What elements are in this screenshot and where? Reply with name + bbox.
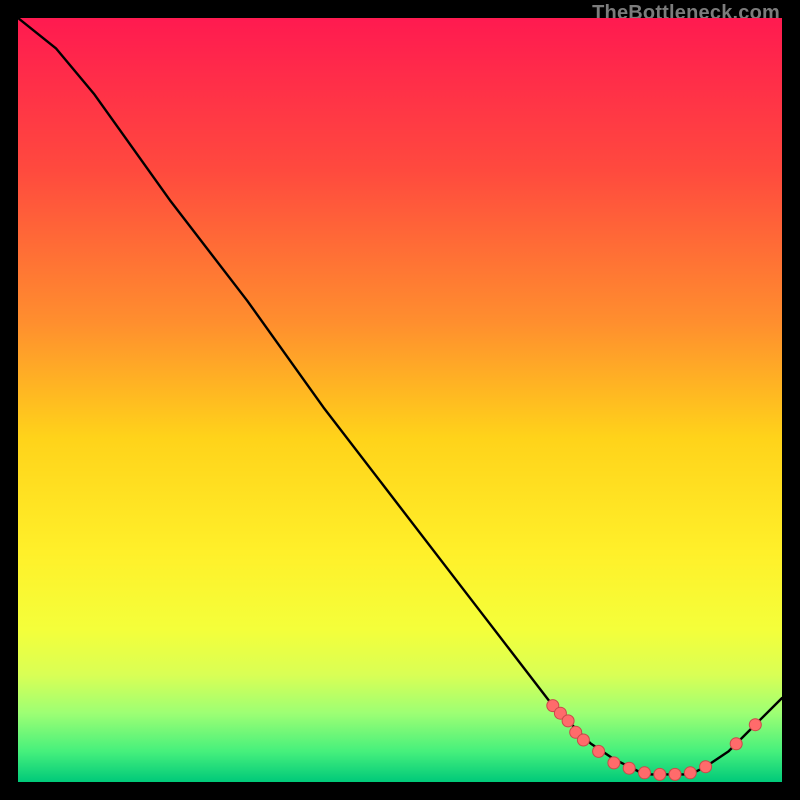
bottleneck-line <box>18 18 782 774</box>
data-marker <box>700 761 712 773</box>
chart-root: TheBottleneck.com <box>0 0 800 800</box>
data-marker <box>654 768 666 780</box>
plot-area <box>18 18 782 782</box>
data-marker <box>562 715 574 727</box>
data-marker <box>639 767 651 779</box>
data-marker <box>608 757 620 769</box>
chart-curve <box>18 18 782 782</box>
data-marker <box>577 734 589 746</box>
data-marker <box>749 719 761 731</box>
data-marker <box>669 768 681 780</box>
data-marker <box>593 745 605 757</box>
data-marker <box>730 738 742 750</box>
data-marker <box>623 762 635 774</box>
data-marker <box>684 767 696 779</box>
